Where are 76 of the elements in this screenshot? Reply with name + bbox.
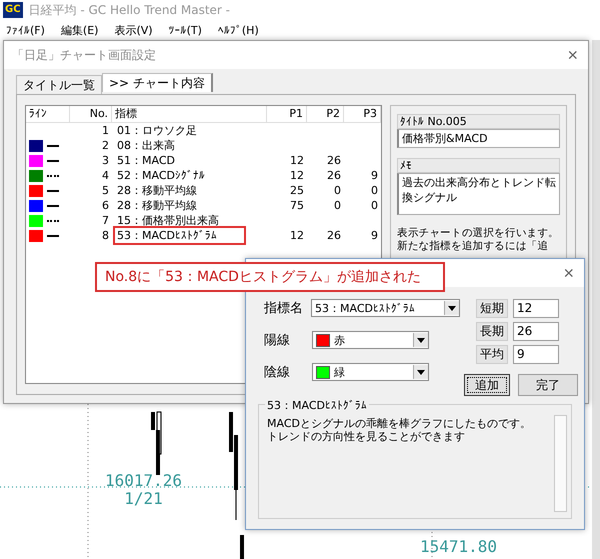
table-cell-text: 9 <box>370 228 379 243</box>
table-cell-text: 0 <box>333 183 342 198</box>
help-text: 表示チャートの選択を行います。新たな指標を追加するには「追 <box>397 227 560 253</box>
title-field[interactable]: 価格帯別&MACD <box>397 129 560 148</box>
parameter-field[interactable]: 9 <box>513 345 559 364</box>
color-dropdown[interactable]: 赤 <box>312 331 429 349</box>
table-cell-text: 7 <box>101 213 110 228</box>
table-cell-text: 0 <box>333 198 342 213</box>
dialog-title: 「日足」チャート画面設定 <box>12 46 156 64</box>
column-header[interactable]: 指標 <box>112 106 267 122</box>
table-cell-text: 0 <box>370 198 379 213</box>
menu-item[interactable]: ﾂｰﾙ(T) <box>168 24 202 36</box>
tab[interactable]: タイトル一覧 <box>16 75 102 94</box>
candlestick <box>240 535 244 559</box>
price-label: 15471.80 <box>420 538 498 556</box>
table-cell-text: 4 <box>101 168 110 183</box>
table-cell-text: 6 <box>101 198 110 213</box>
column-header[interactable]: P3 <box>344 106 381 122</box>
dialog-button[interactable]: 追加 <box>464 374 510 396</box>
parameter-label: 短期 <box>476 299 508 318</box>
app-logo-icon: GC <box>3 2 23 18</box>
parameter-field[interactable]: 26 <box>513 322 559 341</box>
annotation-callout: No.8に「53：MACDヒストグラム」が追加された <box>95 262 445 292</box>
table-cell-text: 12 <box>289 228 305 243</box>
table-cell-text: 9 <box>370 168 379 183</box>
description-text: MACDとシグナルの乖離を棒グラフにしたものです。トレンドの方向性を見ることができます <box>267 417 532 443</box>
table-cell: 53：MACDﾋｽﾄｸﾞﾗﾑ <box>115 228 244 243</box>
table-cell-text: 12 <box>289 153 305 168</box>
column-header[interactable]: No. <box>70 106 112 122</box>
group-title: 53：MACDﾋｽﾄｸﾞﾗﾑ <box>265 398 369 413</box>
parameter-label: 平均 <box>476 345 508 364</box>
column-header[interactable]: P2 <box>307 106 344 122</box>
table-cell-text: 15：価格帯別出来高 <box>116 213 220 228</box>
scrollbar[interactable] <box>554 415 567 512</box>
scrollbar[interactable] <box>592 40 600 559</box>
table-cell-text: 26 <box>326 228 342 243</box>
table-cell-text: 52：MACDｼｸﾞﾅﾙ <box>116 168 206 183</box>
parameter-label: 長期 <box>476 322 508 341</box>
table-cell-text: 01：ロウソク足 <box>116 123 198 138</box>
price-label: 16017.26 <box>105 472 182 490</box>
dialog-button[interactable]: 完了 <box>518 374 578 396</box>
table-cell-text: 26 <box>326 168 342 183</box>
menu-item[interactable]: 表示(V) <box>114 22 153 38</box>
indicator-dropdown[interactable]: 53：MACDﾋｽﾄｸﾞﾗﾑ <box>311 299 460 317</box>
candle-label: 陽線 <box>264 332 291 349</box>
menu-item[interactable]: ﾌｧｲﾙ(F) <box>6 24 45 36</box>
window-title: 日経平均 - GC Hello Trend Master - <box>28 2 230 18</box>
color-dropdown[interactable]: 緑 <box>312 363 429 381</box>
table-cell-text: 28：移動平均線 <box>116 183 198 198</box>
close-button[interactable]: × <box>557 44 588 66</box>
tab[interactable]: >> チャート内容 <box>102 73 213 92</box>
memo-field[interactable]: 過去の出来高分布とトレンド転換シグナル <box>397 173 560 215</box>
table-cell-text: 08：出来高 <box>116 138 176 153</box>
table-cell-text: 75 <box>289 198 305 213</box>
date-label: 1/21 <box>124 490 163 508</box>
table-cell-text: 3 <box>101 153 110 168</box>
indicator-name-label: 指標名 <box>264 300 303 317</box>
candle-label: 陰線 <box>264 364 291 381</box>
column-header[interactable]: ﾗｲﾝ <box>26 106 70 122</box>
table-cell-text: 0 <box>370 183 379 198</box>
parameter-field[interactable]: 12 <box>513 299 559 318</box>
table-cell-text: 2 <box>101 138 110 153</box>
table-cell-text: 8 <box>101 228 110 243</box>
table-cell-text: 25 <box>289 183 305 198</box>
table-cell-text: 1 <box>101 123 110 138</box>
close-button[interactable]: × <box>553 262 584 284</box>
memo-label: ﾒﾓ <box>397 158 560 173</box>
table-cell-text: 28：移動平均線 <box>116 198 198 213</box>
table-cell-text: 26 <box>326 153 342 168</box>
table-cell-text: 51：MACD <box>116 153 176 168</box>
table-cell-text: 12 <box>289 168 305 183</box>
table-cell-text: 5 <box>101 183 110 198</box>
menu-item[interactable]: 編集(E) <box>60 22 98 38</box>
column-header[interactable]: P1 <box>267 106 307 122</box>
menu-item[interactable]: ﾍﾙﾌﾟ(H) <box>218 24 259 36</box>
title-label: ﾀｲﾄﾙ No.005 <box>397 114 560 129</box>
